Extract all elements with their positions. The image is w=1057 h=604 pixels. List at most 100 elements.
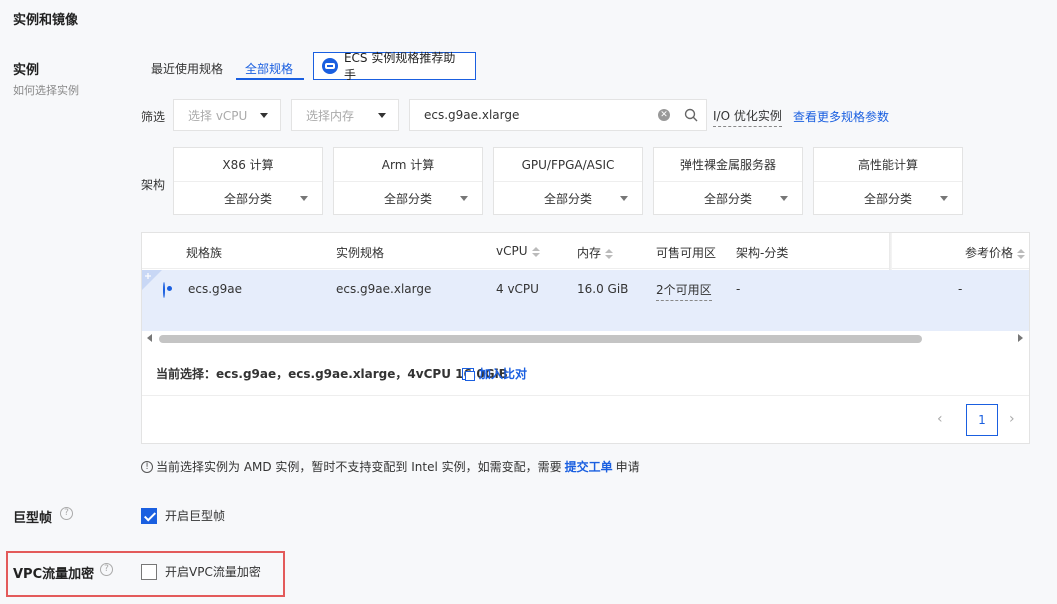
section-title: 实例和镜像 <box>13 13 79 28</box>
arch-category-select[interactable]: 全部分类 <box>174 182 322 214</box>
arch-label: 架构 <box>141 178 166 192</box>
prev-page-icon[interactable]: ‹ <box>937 411 943 427</box>
arch-card-title: X86 计算 <box>174 148 322 182</box>
header-memory-label: 内存 <box>577 246 602 260</box>
vpc-encryption-label: VPC流量加密 <box>13 567 95 582</box>
spec-assistant-label: ECS 实例规格推荐助手 <box>343 51 456 82</box>
spec-assistant-button[interactable]: ECS 实例规格推荐助手 <box>313 51 476 82</box>
cell-zones[interactable]: 2个可用区 <box>656 281 712 301</box>
horizontal-scrollbar[interactable] <box>142 331 1029 347</box>
current-selection: 当前选择：ecs.g9ae，ecs.g9ae.xlarge，4vCPU 16.0… <box>156 367 508 381</box>
chevron-down-icon <box>460 195 468 201</box>
divider <box>142 395 1029 396</box>
jumbo-frame-checkbox-label: 开启巨型帧 <box>165 509 226 523</box>
help-icon[interactable]: ? <box>100 563 113 576</box>
spec-table: 规格族 实例规格 vCPU 内存 可售可用区 架构-分类 参考价格 ecs.g9… <box>141 232 1030 444</box>
checkbox-unchecked[interactable] <box>141 563 157 580</box>
amd-notice: ! 当前选择实例为 AMD 实例，暂时不支持变配到 Intel 实例，如需变配，… <box>141 458 640 475</box>
vpc-encryption-checkbox[interactable]: 开启VPC流量加密 <box>141 563 261 580</box>
info-icon: ! <box>141 460 153 473</box>
header-family: 规格族 <box>186 246 223 260</box>
cell-spec: ecs.g9ae.xlarge <box>336 282 432 296</box>
chevron-down-icon <box>378 112 386 118</box>
how-to-choose-link[interactable]: 如何选择实例 <box>13 82 79 98</box>
spec-search-value: ecs.g9ae.xlarge <box>424 108 520 122</box>
corner-plus-icon <box>142 270 162 290</box>
arch-category-select[interactable]: 全部分类 <box>494 182 642 214</box>
vpc-encryption-checkbox-label: 开启VPC流量加密 <box>165 565 261 579</box>
jumbo-frame-label: 巨型帧 <box>13 511 53 526</box>
jumbo-frame-checkbox[interactable]: 开启巨型帧 <box>141 507 225 524</box>
row-radio[interactable] <box>163 282 165 298</box>
help-icon[interactable]: ? <box>60 507 73 520</box>
scroll-left-icon[interactable] <box>147 334 152 342</box>
chevron-down-icon <box>300 195 308 201</box>
chevron-down-icon <box>620 195 628 201</box>
arch-category-value: 全部分类 <box>383 191 432 206</box>
arch-card-title: GPU/FPGA/ASIC <box>494 148 642 182</box>
tab-all-specs[interactable]: 全部规格 <box>245 60 293 77</box>
filter-label: 筛选 <box>141 110 166 124</box>
header-price-label: 参考价格 <box>965 246 1014 260</box>
sort-icon[interactable] <box>531 246 540 257</box>
table-row[interactable]: ecs.g9ae ecs.g9ae.xlarge 4 vCPU 16.0 GiB… <box>142 270 1029 331</box>
header-spec: 实例规格 <box>336 246 385 260</box>
spec-search-input[interactable]: ecs.g9ae.xlarge ✕ <box>409 99 707 131</box>
cell-arch: - <box>736 282 741 296</box>
header-arch: 架构-分类 <box>736 246 789 260</box>
vcpu-select[interactable]: 选择 vCPU <box>173 99 281 131</box>
scrollbar-thumb[interactable] <box>159 335 922 343</box>
arch-category-select[interactable]: 全部分类 <box>814 182 962 214</box>
notice-text: 当前选择实例为 AMD 实例，暂时不支持变配到 Intel 实例，如需变配，需要 <box>156 460 562 474</box>
header-vcpu[interactable]: vCPU <box>496 244 540 258</box>
arch-card-bare-metal[interactable]: 弹性裸金属服务器 全部分类 <box>653 147 803 215</box>
clear-icon[interactable]: ✕ <box>658 109 670 121</box>
chevron-down-icon <box>260 112 268 118</box>
io-optimized-label: I/O 优化实例 <box>713 107 782 127</box>
arch-category-value: 全部分类 <box>543 191 592 206</box>
add-compare-button[interactable]: 加入比对 <box>462 365 527 382</box>
add-compare-label: 加入比对 <box>479 367 528 381</box>
robot-icon <box>322 58 338 74</box>
vcpu-select-value: 选择 vCPU <box>188 108 248 123</box>
memory-select-value: 选择内存 <box>306 108 355 123</box>
header-memory[interactable]: 内存 <box>577 244 614 261</box>
arch-card-title: 高性能计算 <box>814 148 962 182</box>
arch-category-value: 全部分类 <box>863 191 912 206</box>
header-vcpu-label: vCPU <box>496 244 528 258</box>
sort-icon[interactable] <box>605 248 614 259</box>
cell-vcpu: 4 vCPU <box>496 282 539 296</box>
header-zones: 可售可用区 <box>656 246 717 260</box>
search-icon[interactable] <box>684 108 698 122</box>
arch-card-title: 弹性裸金属服务器 <box>654 148 802 182</box>
compare-icon <box>462 367 475 381</box>
next-page-icon[interactable]: › <box>1009 411 1015 427</box>
arch-category-select[interactable]: 全部分类 <box>334 182 482 214</box>
chevron-down-icon <box>780 195 788 201</box>
instance-label: 实例 <box>13 63 40 78</box>
arch-card-hpc[interactable]: 高性能计算 全部分类 <box>813 147 963 215</box>
arch-category-value: 全部分类 <box>223 191 272 206</box>
table-header: 规格族 实例规格 vCPU 内存 可售可用区 架构-分类 参考价格 <box>142 233 1029 269</box>
more-params-link[interactable]: 查看更多规格参数 <box>793 108 889 125</box>
arch-card-title: Arm 计算 <box>334 148 482 182</box>
cell-price: - <box>958 282 963 296</box>
submit-ticket-link[interactable]: 提交工单 <box>565 458 613 475</box>
scroll-right-icon[interactable] <box>1018 334 1023 342</box>
checkbox-checked[interactable] <box>141 507 157 524</box>
sort-icon[interactable] <box>1017 248 1026 259</box>
tab-recent-specs[interactable]: 最近使用规格 <box>151 60 223 77</box>
arch-card-arm[interactable]: Arm 计算 全部分类 <box>333 147 483 215</box>
memory-select[interactable]: 选择内存 <box>291 99 399 131</box>
cell-family: ecs.g9ae <box>188 282 243 296</box>
arch-card-gpu[interactable]: GPU/FPGA/ASIC 全部分类 <box>493 147 643 215</box>
notice-suffix: 申请 <box>615 460 640 474</box>
page-button[interactable]: 1 <box>966 404 998 436</box>
header-price[interactable]: 参考价格 <box>965 244 1026 261</box>
chevron-down-icon <box>940 195 948 201</box>
tab-active-underline <box>236 78 304 80</box>
arch-card-x86[interactable]: X86 计算 全部分类 <box>173 147 323 215</box>
cell-memory: 16.0 GiB <box>577 282 629 296</box>
arch-category-select[interactable]: 全部分类 <box>654 182 802 214</box>
arch-category-value: 全部分类 <box>703 191 752 206</box>
